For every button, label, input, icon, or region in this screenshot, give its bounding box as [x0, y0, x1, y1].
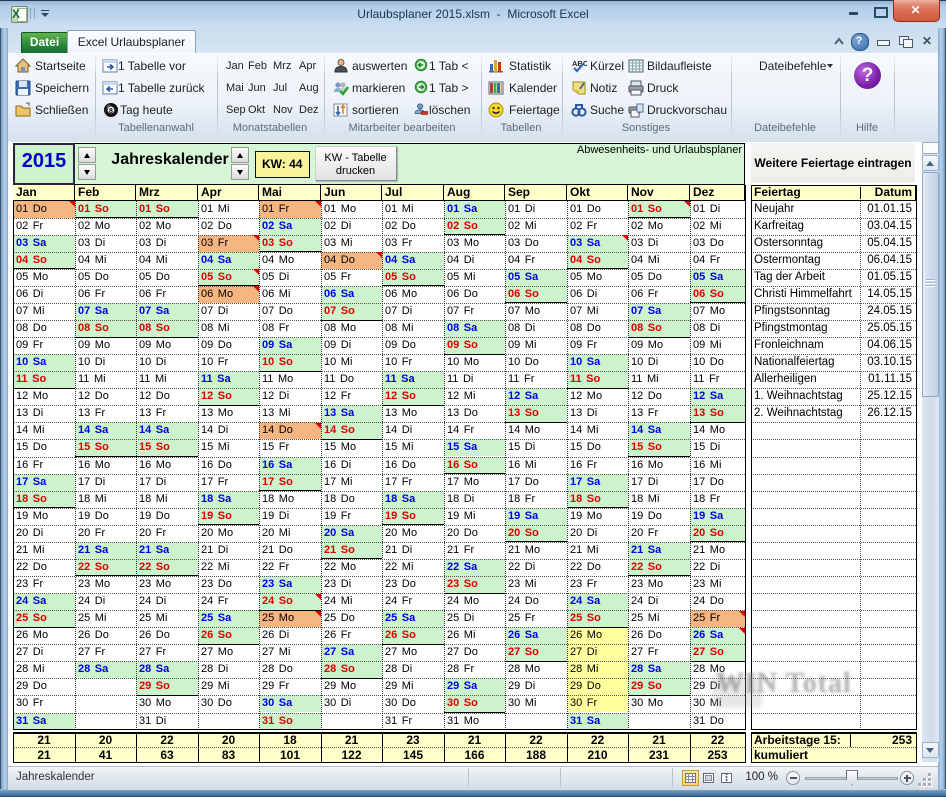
svg-text:8: 8 [109, 108, 113, 115]
